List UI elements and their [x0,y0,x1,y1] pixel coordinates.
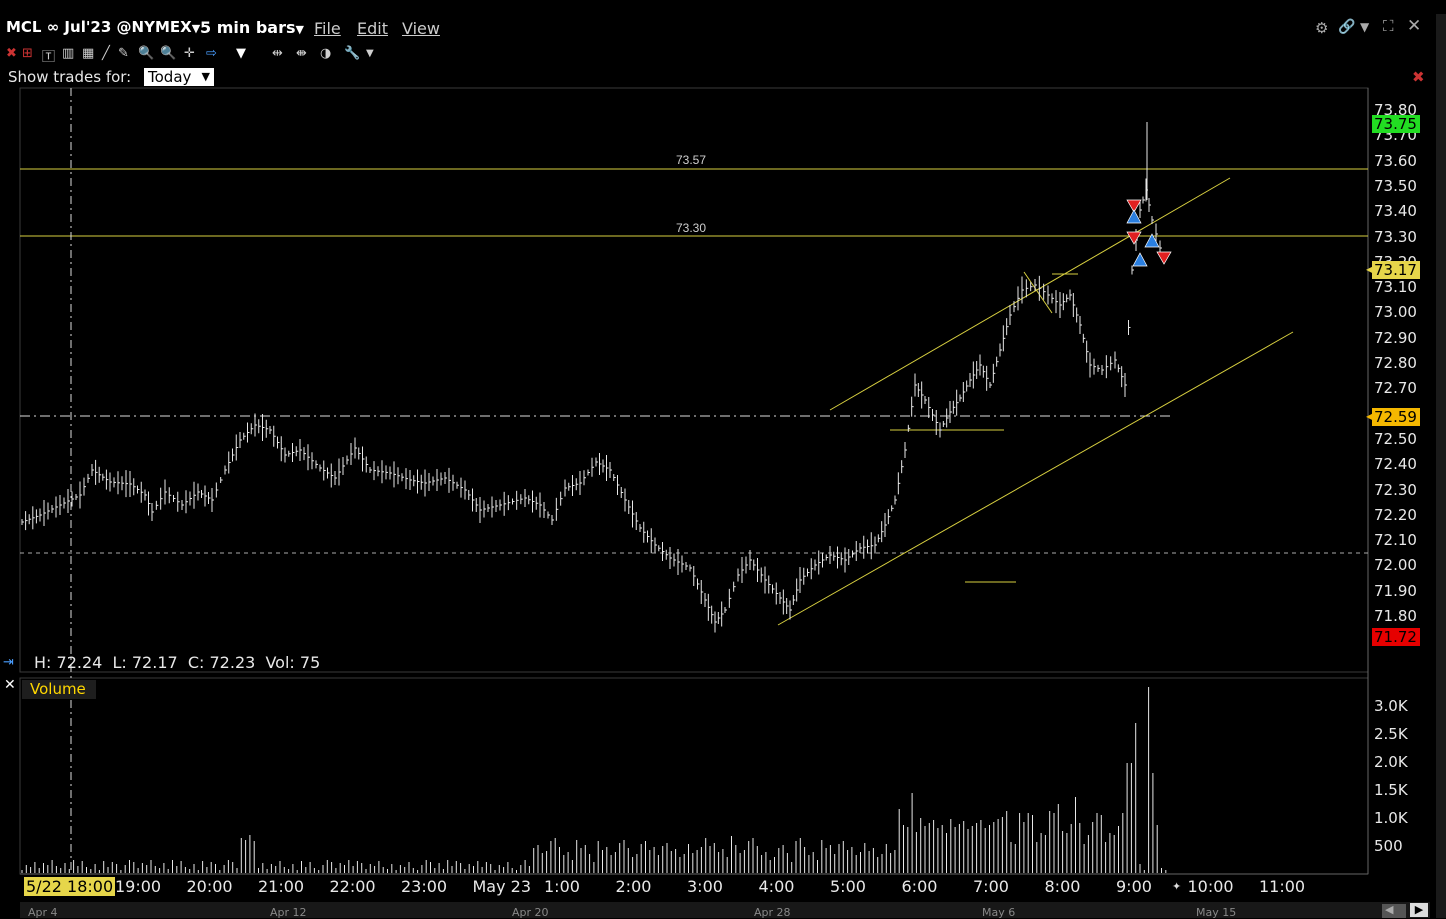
time-tick-label: 20:00 [186,877,233,896]
volume-tick-label: 3.0K [1374,697,1408,715]
cursor-time-label: 5/22 18:00 [24,877,116,896]
price-tick-label: 72.10 [1374,531,1417,550]
volume-tick-label: 1.0K [1374,809,1408,827]
low-price-tag: 71.72 [1372,628,1420,646]
price-tick-label: 72.20 [1374,505,1417,524]
buy-marker [1132,252,1148,267]
time-tick-label: 1:00 [544,877,580,896]
channel-upper [829,177,1231,411]
volume-tick-label: 2.5K [1374,725,1408,743]
volume-bars [21,687,1167,873]
volume-pane [19,677,1369,875]
time-tick-label: 5:00 [830,877,866,896]
price-tick-label: 73.10 [1374,278,1417,297]
time-tick-label: 21:00 [258,877,305,896]
time-tick-label: 11:00 [1259,877,1306,896]
price-tick-label: 72.70 [1374,379,1417,398]
current-price-tag: 73.17 [1372,261,1420,279]
date-tick-label: May 15 [1196,906,1237,919]
close-volume-icon[interactable]: ✕ [4,677,16,693]
date-tick-label: Apr 12 [270,906,307,919]
time-tick-label: 9:00 [1116,877,1152,896]
line-price-pointer: ◀ [1366,409,1376,423]
time-tick-label: 10:00 [1187,877,1234,896]
level-upper-label: 73.57 [676,153,706,167]
volume-tick-label: 2.0K [1374,753,1408,771]
price-tick-label: 73.00 [1374,303,1417,322]
scroll-left-button[interactable]: ◀ [1385,903,1393,916]
price-tick-label: 72.30 [1374,480,1417,499]
date-tick-label: Apr 4 [28,906,58,919]
now-marker: ✦ [1172,880,1182,893]
last-price-tag: 73.75 [1372,115,1420,133]
price-tick-label: 72.00 [1374,556,1417,575]
price-tick-label: 72.90 [1374,328,1417,347]
collapse-icon[interactable]: ⇥ [3,655,14,670]
price-tick-label: 72.80 [1374,354,1417,372]
price-tick-label: 71.90 [1374,581,1417,600]
ohlc-readout: H: 72.24 L: 72.17 C: 72.23 Vol: 75 [34,653,321,672]
chart-canvas[interactable]: 73.57 73.30 [0,0,1446,918]
time-tick-label: 6:00 [901,877,938,896]
time-tick-label: 23:00 [401,877,448,896]
price-bars [21,122,1165,633]
price-tick-label: 72.40 [1374,455,1417,474]
level-lower-label: 73.30 [676,221,706,235]
time-tick-label: 2:00 [615,877,652,896]
price-tick-label: 72.50 [1374,429,1417,448]
time-tick-label: 8:00 [1044,877,1081,896]
time-tick-label: 22:00 [329,877,376,896]
current-price-pointer: ◀ [1366,262,1376,276]
time-tick-label: 19:00 [115,877,162,896]
price-tick-label: 71.80 [1374,607,1417,625]
date-tick-label: Apr 28 [754,906,791,919]
volume-tick-label: 500 [1374,837,1403,855]
price-tick-label: 73.50 [1374,176,1417,195]
date-tick-label: May 6 [982,906,1016,919]
price-tick-label: 73.60 [1374,151,1417,170]
time-tick-label: 7:00 [973,877,1009,896]
sell-marker [1126,231,1142,245]
scroll-right-button[interactable]: ▶ [1410,903,1428,917]
price-tick-label: 73.30 [1374,227,1417,246]
date-tick-label: Apr 20 [512,906,549,919]
time-tick-label: 3:00 [687,877,723,896]
line-price-tag: 72.59 [1372,408,1420,426]
buy-marker [1126,209,1142,224]
time-tick-label: 4:00 [758,877,795,896]
volume-tick-label: 1.5K [1374,781,1408,799]
time-tick-label: May 23 [472,877,532,896]
channel-lower [777,331,1294,626]
sell-marker [1156,251,1172,265]
price-tick-label: 73.40 [1374,202,1417,221]
volume-label: Volume [22,680,96,699]
